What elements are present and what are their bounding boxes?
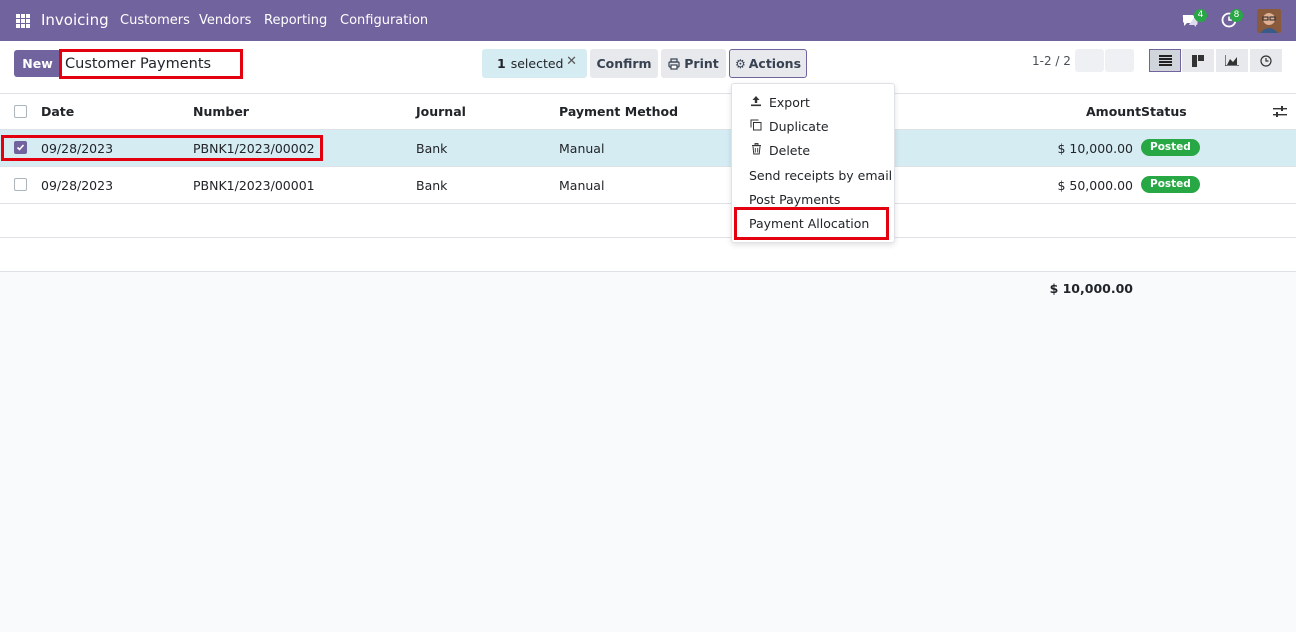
column-payment-method[interactable]: Payment Method — [559, 104, 678, 119]
amount-total: $ 10,000.00 — [1049, 281, 1133, 296]
cell-journal: Bank — [416, 178, 448, 193]
chat-count-badge: 4 — [1194, 9, 1207, 22]
actions-button[interactable]: ⚙ Actions — [729, 49, 807, 78]
cell-payment-method: Manual — [559, 178, 605, 193]
column-number[interactable]: Number — [193, 104, 249, 119]
clear-selection-icon[interactable]: ✕ — [566, 54, 577, 69]
pager-next-button[interactable] — [1105, 49, 1134, 72]
page-title-text: Customer Payments — [65, 56, 212, 72]
printer-icon — [668, 57, 680, 70]
optional-columns-icon[interactable] — [1273, 105, 1287, 118]
table-header: Date Number Journal Payment Method Amoun… — [0, 94, 1296, 130]
menu-item-duplicate[interactable]: Duplicate — [749, 119, 829, 134]
top-navbar: Invoicing Customers Vendors Reporting Co… — [0, 0, 1296, 41]
gear-icon: ⚙ — [734, 56, 746, 71]
nav-configuration[interactable]: Configuration — [340, 13, 428, 28]
selected-label: selected — [510, 56, 564, 71]
table-row[interactable]: 09/28/2023 PBNK1/2023/00001 Bank Manual … — [0, 167, 1296, 204]
list-view-icon — [1158, 55, 1172, 66]
new-button[interactable]: New — [14, 50, 61, 77]
cell-amount: $ 10,000.00 — [1057, 141, 1133, 156]
actions-label: Actions — [748, 56, 802, 71]
menu-item-delete[interactable]: Delete — [749, 143, 810, 158]
apps-menu-icon[interactable] — [16, 14, 30, 28]
user-avatar[interactable] — [1257, 9, 1281, 33]
row-highlight-annotation — [1, 135, 323, 161]
pager-previous-button[interactable] — [1075, 49, 1104, 72]
row-checkbox[interactable] — [14, 178, 27, 191]
column-amount[interactable]: Amount — [1086, 104, 1141, 119]
nav-customers[interactable]: Customers — [120, 13, 190, 28]
select-all-checkbox[interactable] — [14, 105, 27, 118]
cell-payment-method: Manual — [559, 141, 605, 156]
nav-vendors[interactable]: Vendors — [199, 13, 251, 28]
kanban-view-icon — [1192, 54, 1204, 67]
copy-icon — [749, 119, 763, 134]
menu-item-label: Export — [769, 95, 810, 110]
selection-indicator: 1 selected ✕ — [482, 49, 587, 78]
menu-item-post-payments[interactable]: Post Payments — [749, 192, 840, 207]
trash-icon — [749, 143, 763, 158]
activity-count-badge: 8 — [1230, 9, 1243, 22]
app-brand[interactable]: Invoicing — [41, 11, 109, 29]
column-date[interactable]: Date — [41, 104, 74, 119]
status-badge: Posted — [1141, 176, 1200, 193]
empty-row — [0, 204, 1296, 238]
clock-icon — [1260, 54, 1272, 67]
area-chart-icon — [1225, 55, 1239, 66]
menu-item-label: Delete — [769, 143, 811, 158]
column-status[interactable]: Status — [1141, 104, 1187, 119]
payment-allocation-highlight-annotation — [734, 207, 889, 240]
print-label: Print — [684, 56, 719, 71]
control-panel: New Customer Payments 1 selected ✕ Confi… — [0, 41, 1296, 94]
status-badge: Posted — [1141, 139, 1200, 156]
upload-icon — [749, 95, 763, 110]
nav-reporting[interactable]: Reporting — [264, 13, 327, 28]
pager-value[interactable]: 1-2 / 2 — [1032, 54, 1071, 68]
list-view-button[interactable] — [1149, 49, 1181, 72]
selected-count: 1 — [497, 56, 506, 71]
menu-item-export[interactable]: Export — [749, 95, 810, 110]
menu-item-send-receipts[interactable]: Send receipts by email — [749, 168, 892, 183]
cell-journal: Bank — [416, 141, 448, 156]
kanban-view-button[interactable] — [1182, 49, 1214, 72]
print-button[interactable]: Print — [661, 49, 726, 78]
column-journal[interactable]: Journal — [416, 104, 466, 119]
empty-row — [0, 238, 1296, 272]
menu-item-label: Duplicate — [769, 119, 829, 134]
cell-amount: $ 50,000.00 — [1057, 178, 1133, 193]
graph-view-button[interactable] — [1216, 49, 1248, 72]
cell-date: 09/28/2023 — [41, 178, 114, 193]
activity-view-button[interactable] — [1250, 49, 1282, 72]
confirm-button[interactable]: Confirm — [590, 49, 658, 78]
cell-number: PBNK1/2023/00001 — [193, 178, 315, 193]
page-title: Customer Payments — [59, 49, 243, 79]
